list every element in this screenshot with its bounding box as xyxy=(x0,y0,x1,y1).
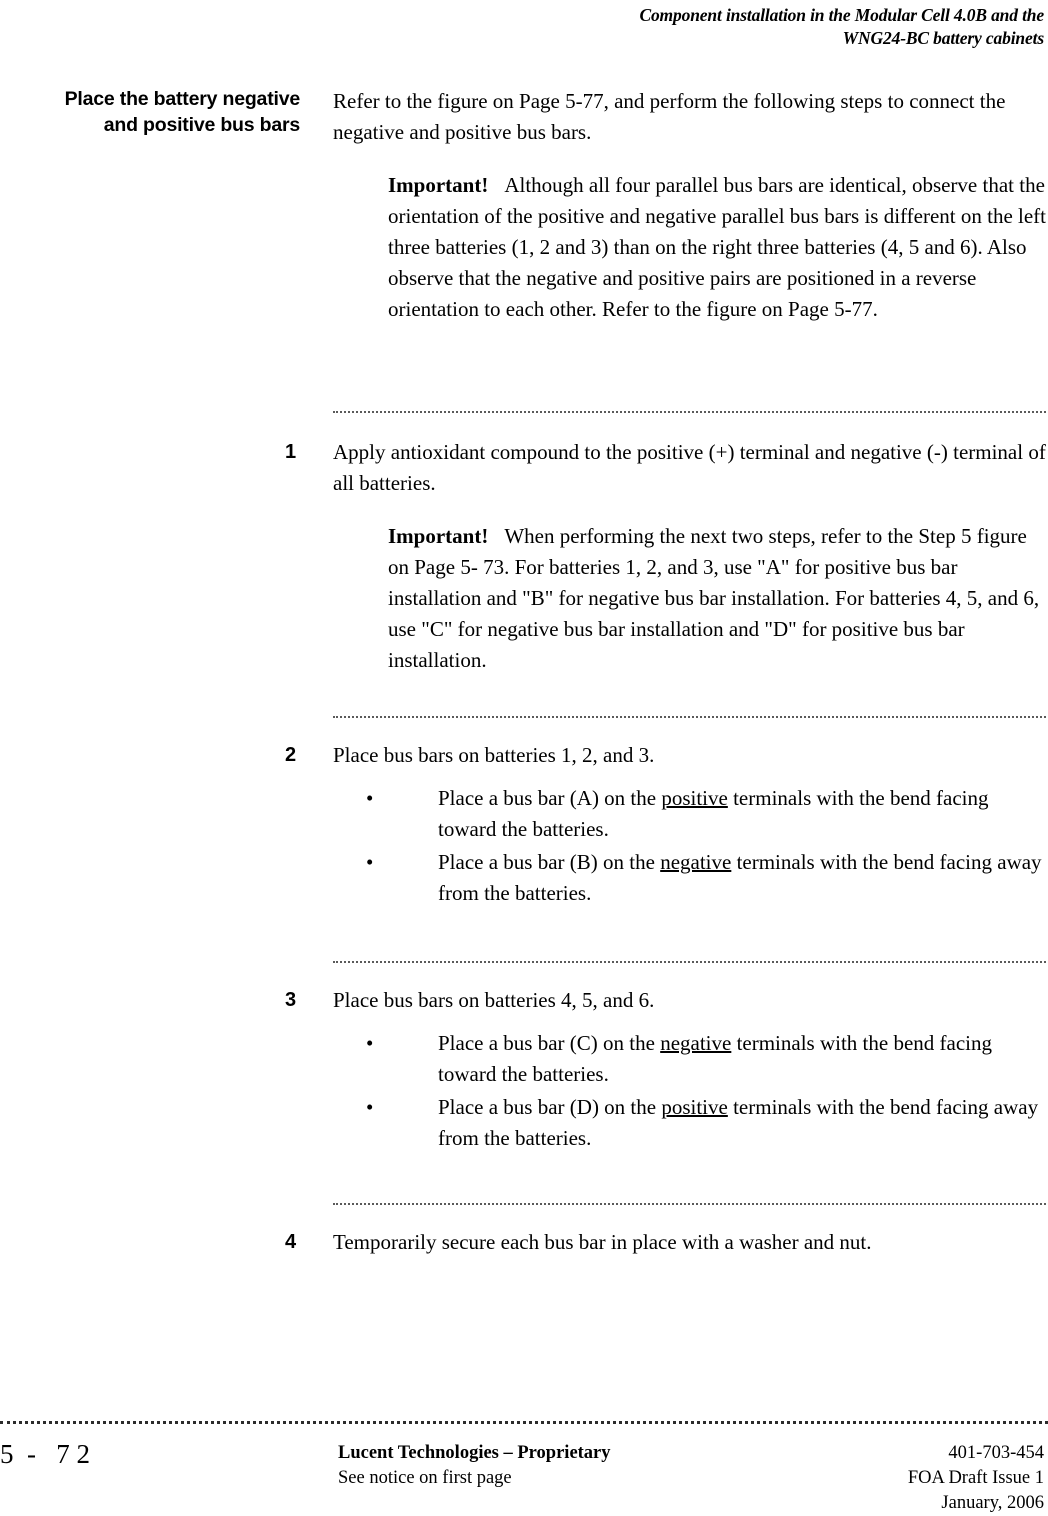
step-4-number: 4 xyxy=(285,1231,297,1253)
list-item: • Place a bus bar (D) on the positive ter… xyxy=(333,1092,1046,1154)
list-item-emphasis: negative xyxy=(660,850,732,874)
bullet-icon: • xyxy=(366,1031,374,1055)
step-3-bullet-list: • Place a bus bar (C) on the negative ter… xyxy=(333,1028,1046,1154)
footer-proprietary-title: Lucent Technologies – Proprietary xyxy=(338,1443,611,1463)
footer-center: Lucent Technologies – Proprietary See no… xyxy=(338,1441,758,1491)
running-header-line1: Component installation in the Modular Ce… xyxy=(639,5,1044,25)
list-item-text-pre: Place a bus bar (C) on the xyxy=(438,1031,661,1055)
page-folio: 5 - 7 2 xyxy=(0,1439,90,1469)
list-item-emphasis: negative xyxy=(660,1031,732,1055)
footer-issue: FOA Draft Issue 1 xyxy=(907,1468,1044,1488)
step-3-number: 3 xyxy=(285,989,297,1011)
step-1: 1 Apply antioxidant compound to the posi… xyxy=(280,437,1046,676)
step-2-body: Place bus bars on batteries 1, 2, and 3.… xyxy=(333,740,1046,909)
step-2-number: 2 xyxy=(285,744,297,766)
footer-document-number: 401-703-454 xyxy=(948,1443,1044,1463)
bullet-icon: • xyxy=(366,850,374,874)
list-item-emphasis: positive xyxy=(661,786,728,810)
important-note-2: Important! When performing the next two s… xyxy=(388,521,1046,676)
divider-rule-4 xyxy=(333,1203,1046,1208)
step-2-bullet-list: • Place a bus bar (A) on the positive ter… xyxy=(333,783,1046,909)
side-heading-line2: and positive bus bars xyxy=(103,114,300,136)
list-item: • Place a bus bar (A) on the positive ter… xyxy=(333,783,1046,845)
important-note-1: Important! Although all four parallel bus… xyxy=(388,170,1046,325)
divider-rule-3 xyxy=(333,961,1046,966)
bullet-icon: • xyxy=(366,786,374,810)
footer-divider-rule xyxy=(0,1421,1048,1427)
step-3: 3 Place bus bars on batteries 4, 5, and … xyxy=(280,985,1046,1156)
step-4-body: Temporarily secure each bus bar in place… xyxy=(333,1227,1046,1258)
footer-notice-text: See notice on first page xyxy=(338,1468,512,1488)
side-heading-line1: Place the battery negative xyxy=(64,88,301,110)
step-1-body: Apply antioxidant compound to the positi… xyxy=(333,437,1046,676)
step-1-number: 1 xyxy=(285,441,297,463)
step-3-text: Place bus bars on batteries 4, 5, and 6. xyxy=(333,988,655,1012)
list-item-text-pre: Place a bus bar (A) on the xyxy=(438,786,662,810)
bullet-icon: • xyxy=(366,1095,374,1119)
intro-block: Refer to the figure on Page 5-77, and pe… xyxy=(333,86,1046,325)
step-4: 4 Temporarily secure each bus bar in pla… xyxy=(280,1227,1046,1258)
section-side-heading: Place the battery negative and positive … xyxy=(8,86,301,138)
list-item-text-pre: Place a bus bar (B) on the xyxy=(438,850,661,874)
divider-rule-2 xyxy=(333,716,1046,721)
list-item-text-pre: Place a bus bar (D) on the xyxy=(438,1095,662,1119)
step-1-text: Apply antioxidant compound to the positi… xyxy=(333,440,1046,495)
important-label: Important! xyxy=(388,524,489,548)
footer-date: January, 2006 xyxy=(941,1493,1044,1513)
step-3-body: Place bus bars on batteries 4, 5, and 6.… xyxy=(333,985,1046,1154)
important-label: Important! xyxy=(388,173,489,197)
intro-paragraph: Refer to the figure on Page 5-77, and pe… xyxy=(333,89,1006,144)
running-header: Component installation in the Modular Ce… xyxy=(344,4,1044,50)
list-item: • Place a bus bar (B) on the negative ter… xyxy=(333,847,1046,909)
divider-rule-1 xyxy=(333,411,1046,416)
step-2: 2 Place bus bars on batteries 1, 2, and … xyxy=(280,740,1046,911)
list-item-emphasis: positive xyxy=(661,1095,728,1119)
step-2-text: Place bus bars on batteries 1, 2, and 3. xyxy=(333,743,655,767)
step-4-text: Temporarily secure each bus bar in place… xyxy=(333,1230,872,1254)
document-page: Component installation in the Modular Ce… xyxy=(0,0,1048,1513)
list-item: • Place a bus bar (C) on the negative ter… xyxy=(333,1028,1046,1090)
footer-right: 401-703-454 FOA Draft Issue 1 January, 2… xyxy=(724,1441,1044,1516)
running-header-line2: WNG24-BC battery cabinets xyxy=(842,28,1045,48)
